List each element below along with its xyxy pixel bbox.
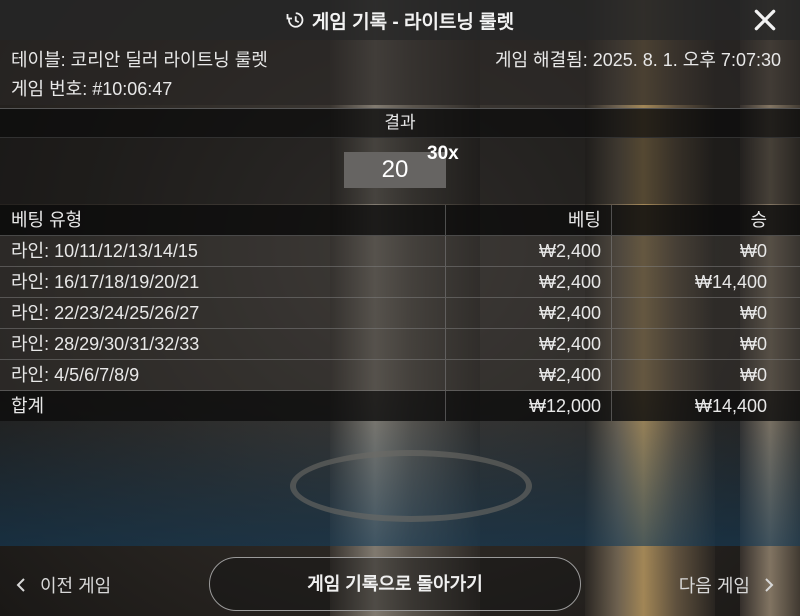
dialog-footer: 이전 게임 게임 기록으로 돌아가기 다음 게임 [0,548,800,616]
column-header-win: 승 [750,210,767,230]
dialog-header: 게임 기록 - 라이트닝 룰렛 [0,0,800,40]
result-area: 20 30x [0,137,800,204]
column-header-bet-type: 베팅 유형 [11,210,83,230]
table-total-row: 합계 ₩12,000 ₩14,400 [0,391,800,421]
win-amount: ₩0 [740,303,767,323]
bet-amount: ₩2,400 [538,241,601,261]
table-name: 테이블: 코리안 딜러 라이트닝 룰렛 [11,50,268,70]
table-row: 라인: 28/29/30/31/32/33 ₩2,400 ₩0 [0,329,800,360]
result-heading: 결과 [0,108,800,138]
win-amount: ₩14,400 [694,272,767,292]
previous-game-label: 이전 게임 [40,576,112,596]
background-ring [290,450,532,522]
dialog-title: 게임 기록 - 라이트닝 룰렛 [311,11,515,33]
table-row: 라인: 16/17/18/19/20/21 ₩2,400 ₩14,400 [0,267,800,298]
game-number: 게임 번호: #10:06:47 [11,79,173,99]
game-info: 테이블: 코리안 딜러 라이트닝 룰렛 게임 번호: #10:06:47 게임 … [0,40,800,105]
table-header-row: 베팅 유형 베팅 승 [0,205,800,236]
history-clock-icon [286,12,304,28]
table-row: 라인: 4/5/6/7/8/9 ₩2,400 ₩0 [0,360,800,391]
game-resolved-time: 게임 해결됨: 2025. 8. 1. 오후 7:07:30 [494,50,781,70]
column-header-bet: 베팅 [567,210,601,230]
total-bet: ₩12,000 [528,396,601,416]
next-game-label: 다음 게임 [678,576,750,596]
next-game-button[interactable]: 다음 게임 [679,572,774,598]
close-icon[interactable] [752,7,778,33]
chevron-left-icon [16,578,25,592]
bet-amount: ₩2,400 [538,272,601,292]
bet-amount: ₩2,400 [538,303,601,323]
win-amount: ₩0 [740,365,767,385]
bet-type: 라인: 28/29/30/31/32/33 [11,334,200,354]
lightning-multiplier: 30x [427,143,459,164]
bet-type: 라인: 22/23/24/25/26/27 [11,303,200,323]
win-amount: ₩0 [740,334,767,354]
total-label: 합계 [11,396,45,416]
back-to-history-button[interactable]: 게임 기록으로 돌아가기 [209,557,581,611]
bet-amount: ₩2,400 [538,365,601,385]
bet-type: 라인: 10/11/12/13/14/15 [11,241,198,261]
total-win: ₩14,400 [694,396,767,416]
table-row: 라인: 22/23/24/25/26/27 ₩2,400 ₩0 [0,298,800,329]
bet-type: 라인: 4/5/6/7/8/9 [11,365,140,385]
bet-type: 라인: 16/17/18/19/20/21 [11,272,200,292]
chevron-right-icon [765,578,774,592]
win-amount: ₩0 [740,241,767,261]
bet-amount: ₩2,400 [538,334,601,354]
bets-table: 베팅 유형 베팅 승 라인: 10/11/12/13/14/15 ₩2,400 … [0,205,800,421]
previous-game-button[interactable]: 이전 게임 [16,572,111,598]
table-row: 라인: 10/11/12/13/14/15 ₩2,400 ₩0 [0,236,800,267]
